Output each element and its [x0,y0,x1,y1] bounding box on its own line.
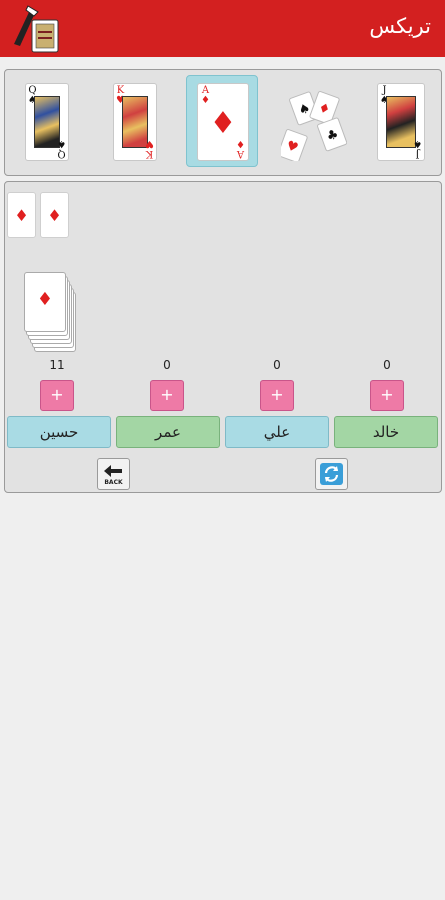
mode-jack[interactable]: J ♠ J ♠ [365,75,437,167]
mode-diamonds[interactable]: A ♦ ♦ A ♦ [186,75,258,167]
game-mode-panel: Q ♠ Q ♠ K ♥ K ♥ A ♦ ♦ A ♦ ♠ ♦ ♥ ♣ J ♠ J … [4,69,442,176]
tricks-cards-icon: ♠ ♦ ♥ ♣ [281,91,347,161]
score-player-4: 0 [383,358,391,372]
back-button[interactable]: BACK [97,458,130,490]
add-score-button-player-4[interactable]: + [370,380,404,411]
score-player-2: 0 [163,358,171,372]
ace-of-diamonds-card: A ♦ ♦ A ♦ [197,83,249,161]
svg-text:BACK: BACK [104,479,123,486]
score-player-3: 0 [273,358,281,372]
add-score-button-player-2[interactable]: + [150,380,184,411]
player-button-1[interactable]: حسين [7,416,111,448]
app-title: تريكس [369,14,431,38]
mode-king-of-hearts[interactable]: K ♥ K ♥ [99,75,171,167]
played-card: ♦ [40,192,69,238]
add-score-button-player-3[interactable]: + [260,380,294,411]
refresh-icon [320,463,343,485]
refresh-button[interactable] [315,458,348,490]
mode-tricks[interactable]: ♠ ♦ ♥ ♣ [277,75,349,167]
diamond-icon: ♦ [47,206,62,225]
diamond-icon: ♦ [14,206,29,225]
diamond-icon: ♦ [36,289,54,310]
back-arrow-icon: BACK [104,465,123,486]
card-deck[interactable]: ♦ [24,272,80,354]
king-of-hearts-card: K ♥ K ♥ [113,83,157,161]
mode-queens[interactable]: Q ♠ Q ♠ [9,75,81,167]
player-button-2[interactable]: عمر [116,416,220,448]
score-player-1: 11 [49,358,65,372]
player-button-3[interactable]: علي [225,416,329,448]
queen-of-spades-card: Q ♠ Q ♠ [25,83,69,161]
app-bar: تريكس [0,0,445,57]
player-button-4[interactable]: خالد [334,416,438,448]
diamond-icon: ♦ [209,106,237,141]
add-score-button-player-1[interactable]: + [40,380,74,411]
jack-card: J ♠ J ♠ [377,83,425,161]
quill-card-logo-icon [14,5,59,53]
played-card: ♦ [7,192,36,238]
